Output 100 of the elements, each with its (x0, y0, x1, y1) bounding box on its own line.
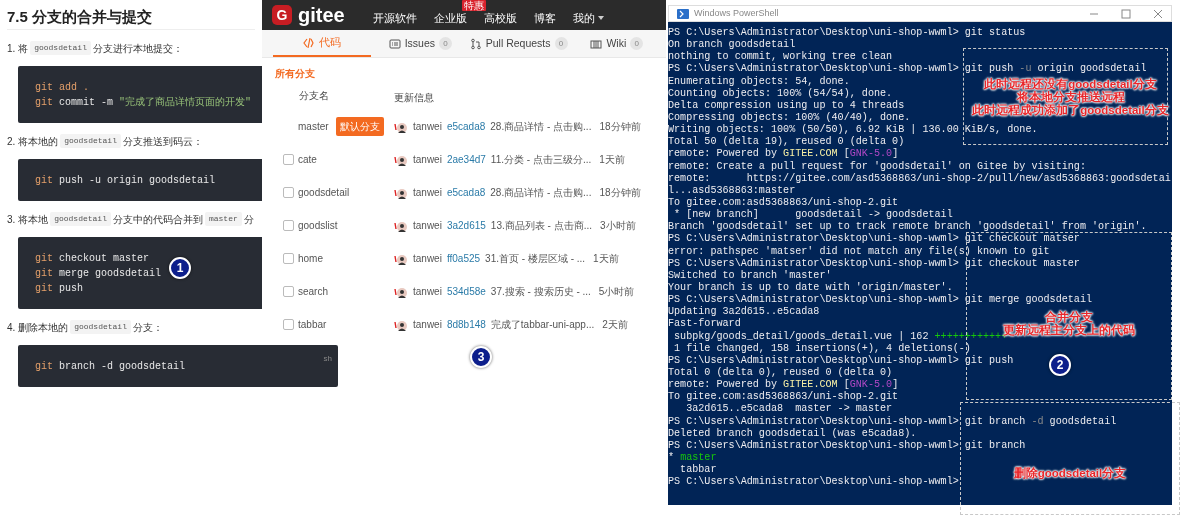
commit-time: 18分钟前 (599, 120, 641, 134)
nav-link[interactable]: 开源软件 (372, 11, 417, 25)
terminal-line: Compressing objects: 100% (40/40), done. (668, 112, 911, 124)
terminal-line: Branch 'goodsdetail' set up to track remote branch 'goodsdetail' from 'origin'. (668, 221, 1147, 233)
promo-tag: 特惠 (461, 0, 486, 11)
commit-time: 1天前 (599, 153, 625, 167)
checkbox[interactable] (283, 253, 294, 264)
terminal-line: 1 file changed, 158 insertions(+), 4 deletions(-) (673, 342, 971, 355)
terminal-line: Deleted branch goodsdetail (was e5cada8). (668, 427, 917, 440)
branch-name[interactable]: home (298, 251, 323, 266)
terminal-line: remote: Powered by GITEE.COM [GNK-5.0] (668, 379, 899, 391)
author-name: tanwei (413, 120, 442, 134)
checkbox[interactable] (283, 187, 294, 198)
code-line: git push (35, 281, 84, 296)
checkbox[interactable] (283, 154, 294, 165)
column-header: 分支名 (299, 89, 329, 101)
close-icon[interactable] (1153, 8, 1163, 19)
checkbox[interactable] (283, 319, 294, 330)
step-text: 2. 将本地的 (7, 134, 59, 149)
commit-hash[interactable]: ff0a525 (446, 251, 481, 266)
checkbox[interactable] (283, 220, 294, 231)
commit-message: 完成了tabbar-uni-app... (490, 318, 595, 332)
commit-hash[interactable]: 8d8b148 (446, 317, 486, 332)
branch-icon (469, 37, 482, 50)
commit-hash[interactable]: e5cada8 (446, 185, 486, 200)
maximize-icon[interactable] (1121, 8, 1131, 19)
terminal-line: remote: https://gitee.com/asd5368863/uni-shop-2/pull/new/asd5368863:goodsdetai (668, 172, 1171, 185)
step-text: 3. 将本地 (7, 212, 49, 227)
commit-hash[interactable]: 3a2d615 (446, 218, 486, 233)
nav-link[interactable]: 博客 (533, 11, 556, 25)
nav-link[interactable]: 企业版 (433, 11, 467, 25)
author-name: tanwei (413, 318, 442, 332)
commit-message: 28.商品详情 - 点击购... (490, 120, 592, 134)
commit-time: 5小时前 (598, 285, 635, 299)
code-icon (303, 36, 316, 49)
branch-name[interactable]: master (298, 119, 329, 134)
commit-hash[interactable]: 2ae34d7 (446, 152, 486, 167)
terminal-line: Total 50 (delta 19), reused 0 (delta 0) (668, 136, 905, 148)
terminal-line: * [new branch] goodsdetail -> goodsdetail (673, 209, 953, 221)
author-name: tanwei (413, 219, 442, 233)
author-name: tanwei (413, 252, 442, 266)
branch-name[interactable]: search (298, 284, 328, 299)
commit-time: 1天前 (593, 252, 619, 266)
annotation-text: 此时远程还没有goodsdetail分支 (984, 78, 1157, 91)
terminal-line: Enumerating objects: 54, done. (668, 75, 850, 88)
commit-message: 11.分类 - 点击三级分... (490, 153, 592, 167)
branch-name[interactable]: goodsdetail (298, 185, 350, 200)
language-label: sh (323, 353, 332, 365)
tab[interactable]: Wiki 0 (567, 30, 666, 57)
inline-code: master (204, 212, 242, 226)
terminal-icon (677, 8, 689, 19)
commit-message: 37.搜索 - 搜索历史 - ... (490, 285, 591, 299)
nav-link[interactable]: 高校版 (483, 11, 517, 25)
step-text: 分支： (132, 320, 163, 335)
tab[interactable]: Pull Requests 0 (469, 30, 568, 57)
logo-mark: G (272, 5, 292, 25)
annotation-text: 此时远程成功添加了goodsdetail分支 (972, 104, 1169, 117)
terminal-line: PS C:\Users\Administrator\Desktop\uni-shop-wwml> git branch (668, 439, 1026, 452)
terminal-line: 3a2d615..e5cada8 master -> master (685, 403, 893, 416)
default-branch-tag: 默认分支 (335, 117, 384, 136)
branch-name[interactable]: tabbar (298, 317, 327, 332)
code-line: git checkout master (35, 251, 150, 266)
author-name: tanwei (413, 153, 442, 167)
count-badge: 0 (554, 37, 568, 50)
terminal-line: PS C:\Users\Administrator\Desktop\uni-shop-wwml> git status (668, 27, 1026, 39)
nav-link[interactable]: 我的 (572, 11, 595, 25)
code-line: git add . (35, 80, 89, 95)
terminal-line: Writing objects: 100% (50/50), 6.92 KiB | 136.00 KiB/s, done. (668, 124, 1038, 136)
step-text: 分支中的代码合并到 (112, 212, 203, 227)
commit-hash[interactable]: 534d58e (446, 284, 486, 299)
logo-text: gitee (298, 5, 345, 25)
step-text: 分支进行本地提交： (92, 41, 183, 56)
inline-code: goodsdetail (70, 320, 131, 334)
terminal-line: Updating 3a2d615..e5cada8 (668, 306, 820, 318)
step-text: 1. 将 (7, 41, 29, 56)
terminal-line: Fast-forward (668, 318, 741, 331)
branch-name[interactable]: goodslist (298, 218, 338, 233)
commit-hash[interactable]: e5cada8 (446, 119, 486, 134)
terminal-line: remote: Powered by GITEE.COM [GNK-5.0] (668, 148, 899, 161)
section-label: 所有分支 (275, 67, 315, 81)
terminal-line: remote: Create a pull request for 'goodsdetail' on Gitee by visiting: (668, 160, 1086, 173)
terminal-line: To gitee.com:asd5368863/uni-shop-2.git (668, 391, 899, 403)
section-heading: 7.5 分支的合并与提交 (7, 0, 255, 30)
window-title: Windows PowerShell (694, 6, 779, 20)
terminal-line: l...asd5368863:master (668, 184, 796, 197)
list-icon (388, 37, 401, 50)
author-name: tanwei (413, 285, 442, 299)
step-text: 4. 删除本地的 (7, 320, 69, 335)
inline-code: goodsdetail (30, 41, 91, 55)
branch-name[interactable]: cate (298, 152, 317, 167)
inline-code: goodsdetail (50, 212, 111, 226)
commit-time: 3小时前 (599, 219, 636, 233)
count-badge: 0 (630, 37, 644, 50)
terminal-line: tabbar (679, 464, 717, 476)
checkbox[interactable] (283, 286, 294, 297)
commit-time: 2天前 (602, 318, 628, 332)
terminal-line: * master (668, 451, 717, 464)
number-badge: 3 (470, 346, 492, 368)
terminal-line: Total 0 (delta 0), reused 0 (delta 0) (668, 366, 893, 379)
step-text: 分支推送到码云： (122, 134, 203, 149)
